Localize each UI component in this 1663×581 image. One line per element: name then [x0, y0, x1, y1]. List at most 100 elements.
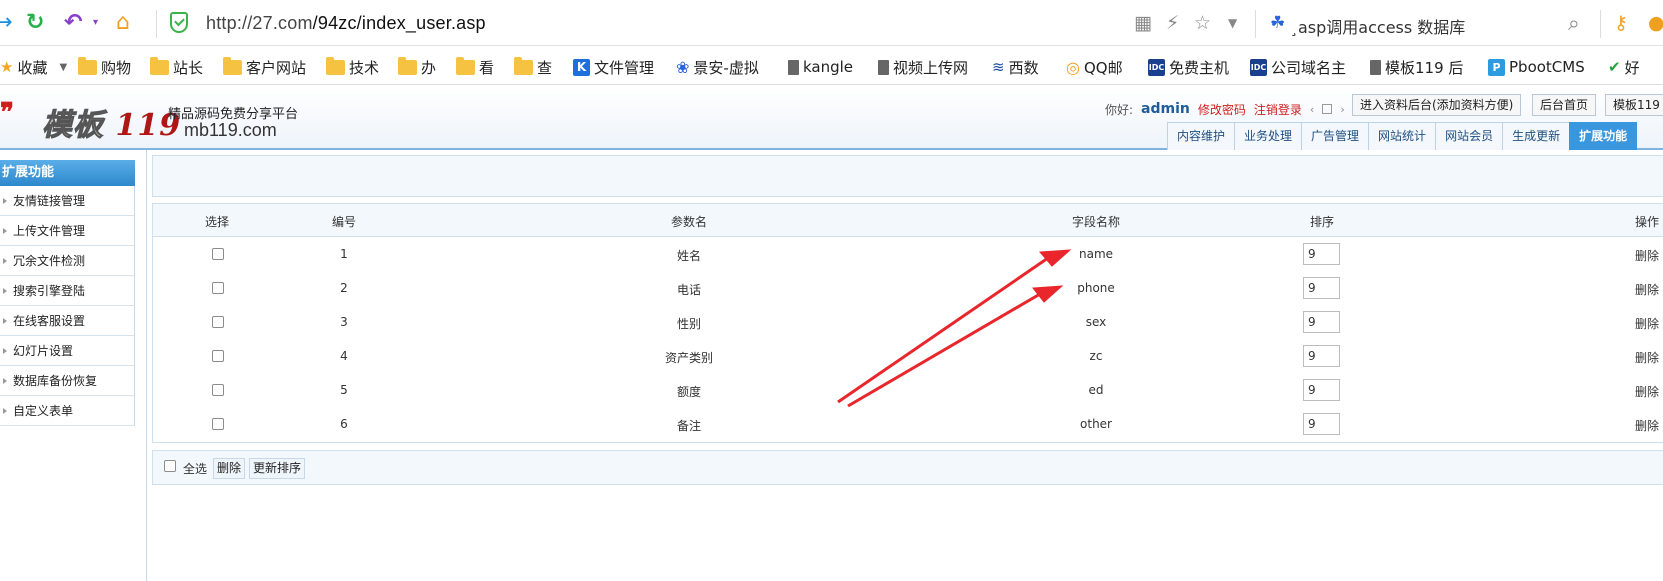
backend-home-button[interactable]: 后台首页	[1532, 94, 1597, 116]
star-icon[interactable]: ☆	[1194, 11, 1211, 35]
tab-content[interactable]: 内容维护	[1167, 122, 1236, 150]
row-field-name: zc	[1089, 349, 1103, 363]
bookmark-mb119[interactable]: 模板119 后	[1370, 57, 1463, 77]
row-delete-link[interactable]: 删除	[1635, 417, 1659, 434]
bookmark-folder[interactable]: 购物	[78, 56, 131, 77]
search-box[interactable]: ¸asp调用access 数据库	[1290, 14, 1465, 38]
tab-ads[interactable]: 广告管理	[1301, 122, 1370, 150]
bookmark-folder[interactable]: 站长	[150, 56, 203, 77]
row-field-name: other	[1080, 417, 1112, 431]
tab-business[interactable]: 业务处理	[1234, 122, 1303, 150]
search-icon[interactable]: ⌕	[1568, 11, 1580, 35]
bookmark-favorites[interactable]: ★ 收藏 ▼	[0, 57, 67, 77]
lightning-icon[interactable]: ⚡	[1166, 11, 1179, 35]
row-param-name: 姓名	[676, 249, 702, 263]
sidebar-item-search-engine[interactable]: 搜索引擎登陆	[0, 276, 135, 306]
mb119-button[interactable]: 模板119	[1605, 94, 1663, 116]
bookmark-label: 看	[479, 58, 495, 77]
bookmark-company-domain[interactable]: IDC 公司域名主	[1250, 57, 1346, 77]
sidebar-item-online-service[interactable]: 在线客服设置	[0, 306, 135, 336]
row-param-name: 备注	[676, 419, 702, 433]
bookmark-file-manager[interactable]: K 文件管理	[573, 57, 654, 77]
bookmarks-bar: ★ 收藏 ▼ 购物 站长 客户网站 技术 办 看 查 K 文件管理 ❀ 景安-虚拟 …	[0, 47, 1663, 85]
bookmark-folder[interactable]: 客户网站	[223, 56, 306, 77]
bookmark-hao[interactable]: ✔ 好	[1608, 57, 1640, 77]
tab-extensions[interactable]: 扩展功能	[1569, 122, 1638, 150]
qq-icon: ◎	[1066, 57, 1080, 77]
row-delete-link[interactable]: 删除	[1635, 247, 1659, 264]
refresh-icon[interactable]: ↻	[26, 10, 44, 36]
checkbox-icon[interactable]	[1322, 104, 1333, 114]
bookmark-folder[interactable]: 查	[514, 56, 552, 77]
url-path: /94zc/index_user.asp	[312, 13, 486, 33]
tab-members[interactable]: 网站会员	[1435, 122, 1504, 150]
dropdown-arrow-icon[interactable]: ▾	[93, 10, 98, 36]
bookmark-free-host[interactable]: IDC 免费主机	[1148, 57, 1229, 77]
logout-link[interactable]: 注销登录	[1254, 101, 1302, 118]
row-checkbox[interactable]	[212, 350, 224, 362]
row-sort-input[interactable]	[1303, 413, 1340, 435]
bookmark-pbootcms[interactable]: P PbootCMS	[1488, 57, 1585, 77]
update-sort-button[interactable]: 更新排序	[249, 458, 306, 479]
tab-stats[interactable]: 网站统计	[1368, 122, 1437, 150]
sidebar-item-redundant-files[interactable]: 冗余文件检测	[0, 246, 135, 276]
row-sort-input[interactable]	[1303, 379, 1340, 401]
bird-icon: ❀	[676, 57, 690, 77]
wave-icon: ≋	[992, 58, 1005, 76]
home-icon[interactable]: ⌂	[116, 10, 130, 36]
sidebar-item-slideshow[interactable]: 幻灯片设置	[0, 336, 135, 366]
back-arrow-icon[interactable]: →	[0, 10, 12, 36]
row-sort-input[interactable]	[1303, 277, 1340, 299]
row-delete-link[interactable]: 删除	[1635, 349, 1659, 366]
bookmark-jingan[interactable]: ❀ 景安-虚拟	[676, 57, 759, 77]
bookmark-qqmail[interactable]: ◎ QQ邮	[1066, 57, 1123, 77]
bookmark-folder[interactable]: 技术	[326, 56, 379, 77]
address-bar[interactable]: http://27.com/94zc/index_user.asp	[206, 13, 486, 34]
sidebar-item-custom-form[interactable]: 自定义表单	[0, 396, 135, 426]
enter-data-backend-button[interactable]: 进入资料后台(添加资料方便)	[1352, 94, 1522, 116]
row-sort-input[interactable]	[1303, 345, 1340, 367]
next-arrow-icon[interactable]: ›	[1340, 103, 1344, 116]
idc-icon: IDC	[1148, 58, 1165, 76]
row-checkbox[interactable]	[212, 418, 224, 430]
browser-toolbar: → ↻ ↶ ▾ ⌂ http://27.com/94zc/index_user.…	[0, 0, 1663, 46]
bookmark-kangle[interactable]: kangle	[788, 57, 853, 77]
row-sort-input[interactable]	[1303, 311, 1340, 333]
address-separator	[156, 10, 157, 38]
chevron-down-icon[interactable]: ▼	[1228, 11, 1237, 35]
undo-icon[interactable]: ↶	[64, 10, 82, 36]
sidebar-item-db-backup[interactable]: 数据库备份恢复	[0, 366, 135, 396]
logo[interactable]: 模板 119	[42, 100, 181, 144]
row-sort-input[interactable]	[1303, 243, 1340, 265]
row-checkbox[interactable]	[212, 316, 224, 328]
main-tabs: 内容维护 业务处理 广告管理 网站统计 网站会员 生成更新 扩展功能	[1167, 122, 1638, 150]
row-param-name: 性别	[676, 317, 702, 331]
folder-icon	[514, 56, 533, 75]
bookmark-label: 视频上传网	[893, 58, 969, 77]
qr-code-icon[interactable]: ▦	[1134, 11, 1152, 35]
sidebar-item-upload-files[interactable]: 上传文件管理	[0, 216, 135, 246]
row-checkbox[interactable]	[212, 384, 224, 396]
extension-icon[interactable]: ●	[1648, 11, 1663, 35]
row-checkbox[interactable]	[212, 282, 224, 294]
sidebar-item-friend-links[interactable]: 友情链接管理	[0, 186, 135, 216]
row-delete-link[interactable]: 删除	[1635, 315, 1659, 332]
site-domain: mb119.com	[184, 120, 277, 140]
row-field-name: ed	[1088, 383, 1104, 397]
table-row: 2 电话 phone 删除	[153, 272, 1663, 306]
row-checkbox[interactable]	[212, 248, 224, 260]
select-all-checkbox[interactable]	[164, 460, 176, 472]
toolbar-separator	[1255, 10, 1256, 38]
bookmark-xishu[interactable]: ≋ 西数	[992, 57, 1039, 77]
bookmark-folder[interactable]: 看	[456, 56, 495, 77]
table-row: 4 资产类别 zc 删除	[153, 340, 1663, 374]
delete-button[interactable]: 删除	[213, 458, 246, 479]
tab-generate[interactable]: 生成更新	[1502, 122, 1571, 150]
row-delete-link[interactable]: 删除	[1635, 281, 1659, 298]
bookmark-video-upload[interactable]: 视频上传网	[878, 57, 968, 77]
key-icon[interactable]: ⚷	[1614, 11, 1628, 35]
prev-arrow-icon[interactable]: ‹	[1310, 103, 1314, 116]
row-delete-link[interactable]: 删除	[1635, 383, 1659, 400]
bookmark-folder[interactable]: 办	[398, 56, 436, 77]
change-password-link[interactable]: 修改密码	[1198, 101, 1246, 118]
